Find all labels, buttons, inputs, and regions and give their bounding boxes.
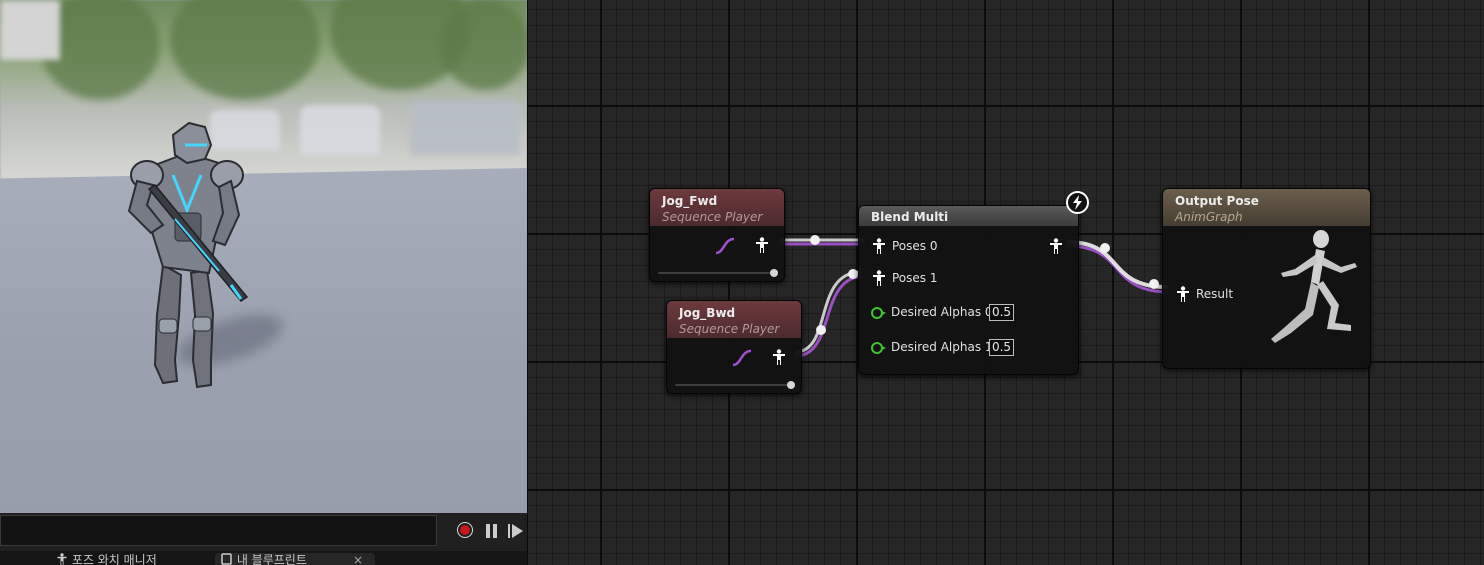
play-icon-bar <box>508 524 510 538</box>
float-input-pin-icon[interactable] <box>871 307 886 319</box>
play-rate-slider[interactable] <box>675 384 793 386</box>
pin-label-result: Result <box>1196 287 1234 301</box>
pin-label-poses-1: Poses 1 <box>892 271 938 285</box>
node-header: Output Pose AnimGraph <box>1163 189 1370 226</box>
node-header: Jog_Bwd Sequence Player <box>667 301 801 338</box>
node-header: Blend Multi <box>859 206 1078 226</box>
pose-output-pin-icon[interactable] <box>772 349 786 365</box>
play-rate-slider[interactable] <box>658 272 776 274</box>
node-blend-multi[interactable]: Blend Multi Poses 0 Poses 1 Desired Alph… <box>858 205 1079 375</box>
tab-my-blueprint[interactable]: 내 블루프린트 × <box>215 553 375 565</box>
tab-pose-watch-manager[interactable]: 포즈 와치 매니저 <box>56 553 196 565</box>
pose-input-pin-icon[interactable] <box>1176 286 1190 302</box>
alpha-1-value-input[interactable]: 0.5 <box>989 339 1014 356</box>
background-tree <box>440 0 527 90</box>
pin-label-desired-alphas-0: Desired Alphas 0 <box>891 305 993 319</box>
background-building <box>0 0 60 60</box>
pose-output-pin-icon[interactable] <box>755 237 769 253</box>
tab-label: 포즈 와치 매니저 <box>71 553 157 565</box>
background-car <box>410 100 520 155</box>
panel-divider[interactable] <box>527 0 528 565</box>
float-input-pin-icon[interactable] <box>871 342 886 354</box>
node-output-pose[interactable]: Output Pose AnimGraph Result <box>1162 188 1371 369</box>
wire-flow-dot <box>810 235 820 245</box>
pin-label-poses-0: Poses 0 <box>892 239 938 253</box>
play-icon <box>512 524 523 538</box>
node-title: Blend Multi <box>871 210 949 224</box>
wire-flow-dot <box>1149 279 1159 289</box>
animation-preview-viewport[interactable]: 포즈 와치 매니저 내 블루프린트 × <box>0 0 527 565</box>
pose-output-pin-icon[interactable] <box>1049 238 1063 254</box>
node-title: Jog_Fwd <box>662 194 718 208</box>
wire-flow-dot <box>816 325 826 335</box>
sequence-curve-icon <box>715 237 735 255</box>
background-car <box>300 105 380 155</box>
wire-flow-dot <box>1100 243 1110 253</box>
record-button[interactable] <box>456 521 476 541</box>
record-dot <box>460 525 470 535</box>
node-subtitle: Sequence Player <box>662 210 763 224</box>
node-subtitle: AnimGraph <box>1175 210 1243 224</box>
pose-input-pin-icon[interactable] <box>872 238 886 254</box>
node-jog-fwd[interactable]: Jog_Fwd Sequence Player <box>649 188 785 282</box>
running-mannequin-icon <box>1271 230 1357 343</box>
anim-graph-canvas[interactable]: Jog_Fwd Sequence Player Jog_Bwd Sequence… <box>527 0 1484 565</box>
pin-label-desired-alphas-1: Desired Alphas 1 <box>891 340 993 354</box>
pause-button[interactable] <box>482 521 502 541</box>
pose-watch-icon <box>56 553 72 565</box>
slider-knob[interactable] <box>770 269 778 277</box>
node-jog-bwd[interactable]: Jog_Bwd Sequence Player <box>666 300 802 394</box>
blueprint-icon <box>221 553 237 565</box>
close-icon[interactable]: × <box>353 553 363 565</box>
fast-path-lightning-icon <box>1066 191 1089 214</box>
alpha-0-value-input[interactable]: 0.5 <box>989 304 1014 321</box>
pose-input-pin-icon[interactable] <box>872 270 886 286</box>
wire-flow-dot <box>848 269 858 279</box>
tab-label: 내 블루프린트 <box>236 553 307 565</box>
node-header: Jog_Fwd Sequence Player <box>650 189 784 226</box>
timeline-scrubber[interactable] <box>0 515 437 546</box>
node-subtitle: Sequence Player <box>679 322 780 336</box>
slider-knob[interactable] <box>787 381 795 389</box>
play-button[interactable] <box>505 521 525 541</box>
node-title: Output Pose <box>1175 194 1259 208</box>
sequence-curve-icon <box>732 349 752 367</box>
character-mesh <box>127 121 249 389</box>
node-title: Jog_Bwd <box>679 306 736 320</box>
